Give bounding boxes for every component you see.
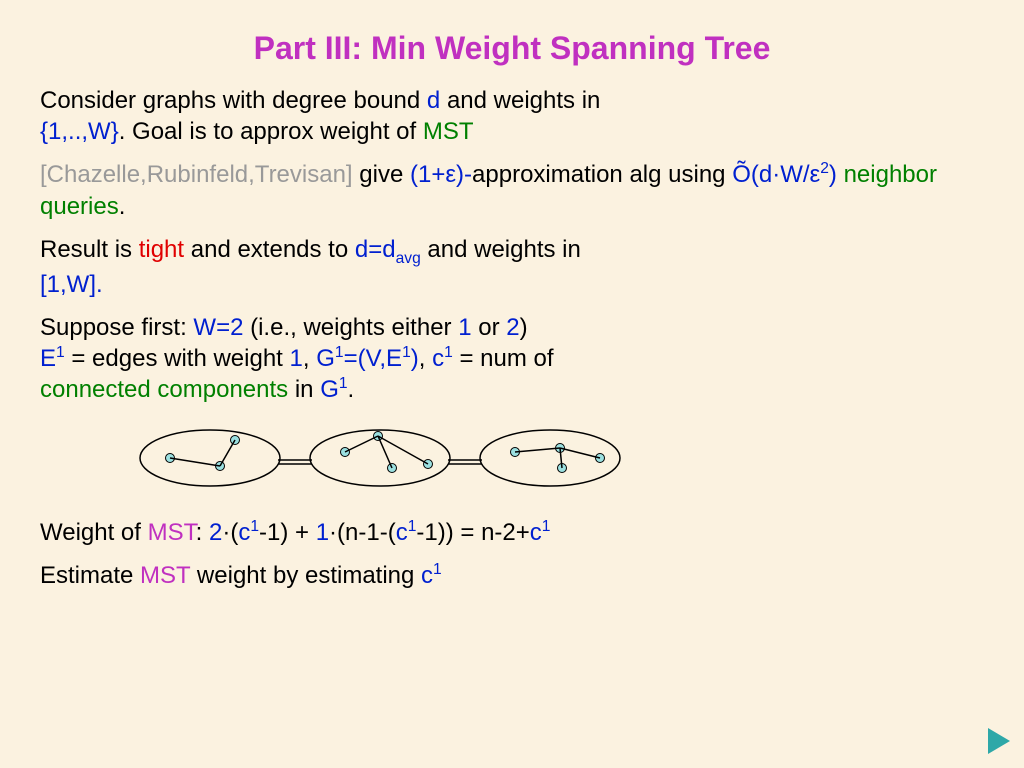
paragraph-6: Estimate MST weight by estimating c1: [40, 560, 984, 591]
paragraph-4: Suppose first: W=2 (i.e., weights either…: [40, 312, 984, 406]
components-diagram: [130, 418, 984, 505]
next-slide-icon[interactable]: [988, 728, 1010, 754]
paragraph-3: Result is tight and extends to d=davg an…: [40, 234, 984, 300]
paragraph-5: Weight of MST: 2·(c1-1) + 1·(n-1-(c1-1))…: [40, 517, 984, 548]
paragraph-1: Consider graphs with degree bound d and …: [40, 85, 984, 147]
slide-title: Part III: Min Weight Spanning Tree: [40, 30, 984, 67]
paragraph-2: [Chazelle,Rubinfeld,Trevisan] give (1+ε)…: [40, 159, 984, 221]
